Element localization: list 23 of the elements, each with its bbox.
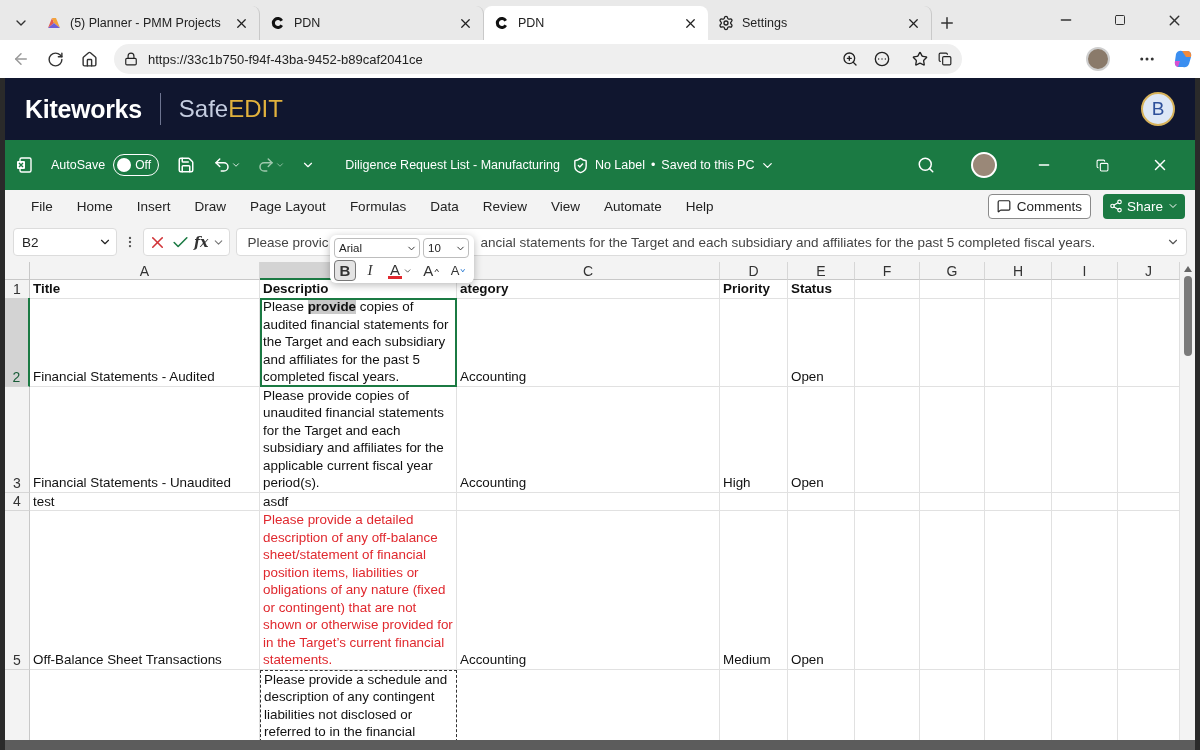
table-cell: Off-Balance Sheet Transactions [30,511,260,670]
table-cell: Accounting [457,298,720,387]
product-name: SafeEDIT [178,95,283,123]
header-cell: Status [788,280,855,299]
table-cell: Please provide a detailed description of any off-balance sheet/statement of financial position items, liabilities or obligations of any nature (fixed or contingent) that are not shown or otherwise provided for in the Target’s current financial statements. [260,511,457,670]
header-cell: Title [30,280,260,299]
table-cell: Open [788,511,855,670]
table-cell: test [30,492,260,511]
table-cell: Please provide copies of unaudited financial statements for the Target and each subsidiary and affiliates for the applicable current fiscal year period(s). [260,386,457,493]
table-cell: asdf [260,492,457,511]
brand-logo: Kiteworks [25,94,142,124]
table-cell: Financial Statements - Unaudited [30,386,260,493]
table-cell: Accounting [457,511,720,670]
table-cell: Accounting [457,386,720,493]
table-cell: Medium [720,511,788,670]
table-cell: Please provide copies of audited financial statements for the Target and each subsidiary and affiliates for the past 5 completed fiscal years. [260,298,457,387]
separator-dot: • [650,158,656,172]
table-cell: Open [788,298,855,387]
autosave-label: AutoSave [51,158,106,172]
table-cell: Open [788,386,855,493]
header-cell: Priority [720,280,788,299]
table-cell: High [720,386,788,493]
table-cell: Financial Statements - Audited [30,298,260,387]
